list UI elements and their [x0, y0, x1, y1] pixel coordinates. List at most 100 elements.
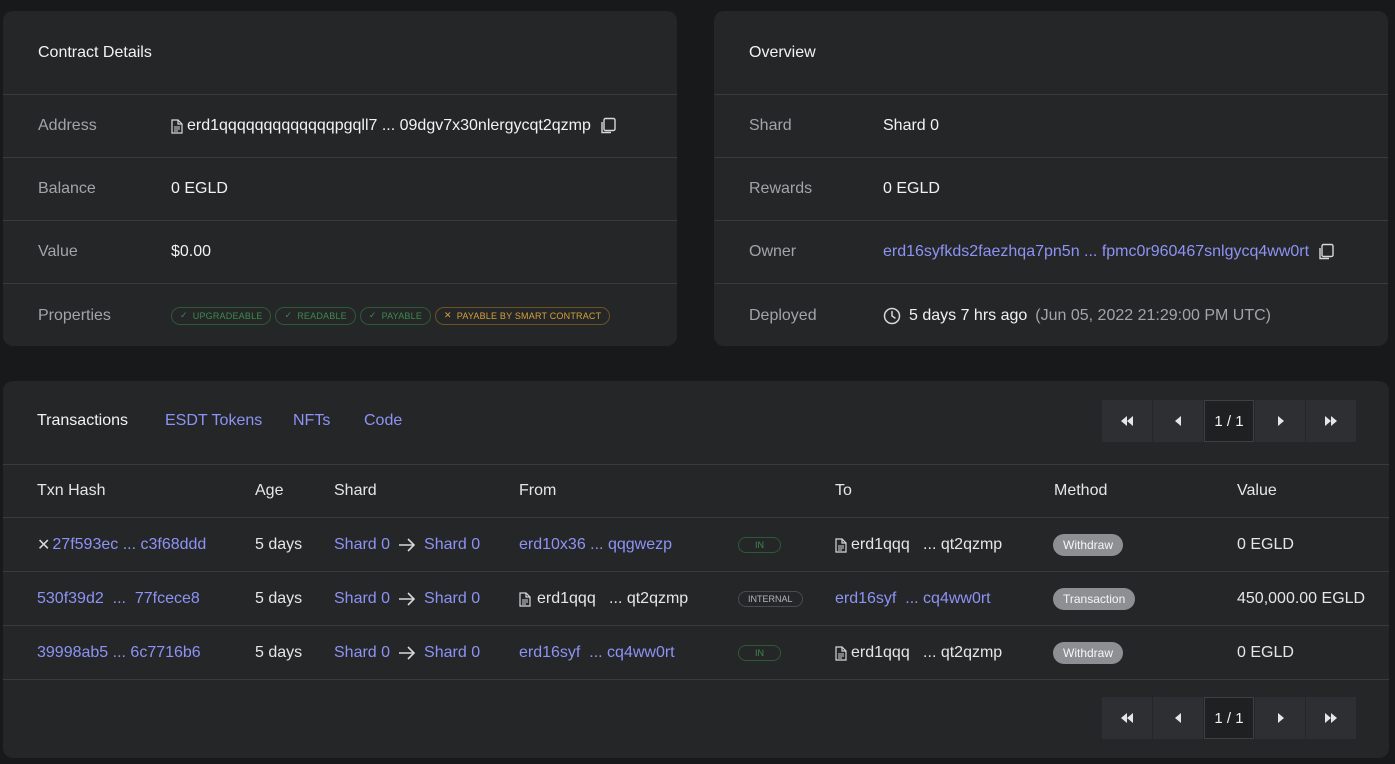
method-cell: Withdraw — [1053, 626, 1124, 680]
from-link[interactable]: erd10x36 ... qqgwezp — [519, 518, 672, 572]
direction-cell: IN — [738, 626, 781, 680]
value-cell: 450,000.00 EGLD — [1237, 590, 1366, 607]
age-cell: 5 days — [255, 644, 303, 661]
contract-details-title: Contract Details — [3, 11, 677, 95]
pagination-bottom: 1 / 1 — [1102, 697, 1357, 739]
contract-file-icon — [519, 591, 531, 607]
arrow-right-icon — [398, 592, 416, 606]
prev-page-icon[interactable] — [1153, 400, 1203, 442]
contract-file-icon — [835, 537, 847, 553]
address-row: Address erd1qqqqqqqqqqqqqpgqll7 ... 09dg… — [3, 95, 677, 158]
first-page-icon[interactable] — [1102, 400, 1152, 442]
txn-hash-cell: 530f39d2 ... 77fcece8 — [37, 572, 200, 626]
address-label: Address — [38, 117, 97, 134]
col-to: To — [835, 482, 852, 499]
from-address[interactable]: erd1qqq ... qt2qzmp — [537, 590, 688, 608]
deployed-row: Deployed 5 days 7 hrs ago (Jun 05, 2022 … — [714, 284, 1388, 347]
balance-row: Balance 0 EGLD — [3, 158, 677, 221]
arrow-right-icon — [398, 646, 416, 660]
property-badge-readable: ✓ READABLE — [275, 306, 356, 325]
shard-from-link[interactable]: Shard 0 — [334, 536, 390, 554]
check-icon: ✓ — [368, 310, 377, 320]
age-cell: 5 days — [255, 590, 303, 607]
value-cell: 0 EGLD — [1237, 536, 1294, 553]
owner-value: erd16syfkds2faezhqa7pn5n ... fpmc0r96046… — [883, 243, 1335, 261]
deployed-age: 5 days 7 hrs ago — [909, 306, 1028, 324]
direction-badge: IN — [738, 537, 781, 553]
table-row: 39998ab5 ... 6c7716b6 5 days Shard 0 Sha… — [3, 626, 1389, 680]
direction-cell: IN — [738, 518, 781, 572]
shard-cell: Shard 0 Shard 0 — [334, 572, 480, 626]
from-cell: erd1qqq ... qt2qzmp — [519, 572, 688, 626]
from-link[interactable]: erd16syf ... cq4ww0rt — [519, 626, 675, 680]
table-header: Txn Hash Age Shard From To Method Value — [3, 465, 1389, 518]
col-from: From — [519, 482, 557, 499]
shard-to-link[interactable]: Shard 0 — [424, 590, 480, 608]
property-badge-upgradeable: ✓ UPGRADEABLE — [171, 306, 272, 325]
overview-title: Overview — [714, 11, 1388, 95]
age-cell: 5 days — [255, 536, 303, 553]
shard-cell: Shard 0 Shard 0 — [334, 518, 480, 572]
method-cell: Withdraw — [1053, 518, 1124, 572]
shard-to-link[interactable]: Shard 0 — [424, 536, 480, 554]
last-page-icon[interactable] — [1306, 697, 1356, 739]
direction-badge: IN — [738, 645, 781, 661]
property-badge-payable-by-sc: ✕ PAYABLE BY SMART CONTRACT — [435, 306, 611, 325]
table-row: 530f39d2 ... 77fcece8 5 days Shard 0 Sha… — [3, 572, 1389, 626]
txn-hash-link[interactable]: 530f39d2 ... 77fcece8 — [37, 590, 200, 608]
next-page-icon[interactable] — [1255, 400, 1305, 442]
pagination-top: 1 / 1 — [1102, 400, 1357, 442]
tab-bar: Transactions ESDT Tokens NFTs Code 1 / 1 — [3, 381, 1389, 465]
owner-link[interactable]: erd16syfkds2faezhqa7pn5n ... fpmc0r96046… — [883, 243, 1309, 261]
deployed-value: 5 days 7 hrs ago (Jun 05, 2022 21:29:00 … — [883, 307, 1271, 325]
txn-hash-link[interactable]: 27f593ec ... c3f68ddd — [52, 536, 206, 554]
clock-icon — [883, 307, 901, 325]
contract-file-icon — [835, 645, 847, 661]
to-address[interactable]: erd1qqq ... qt2qzmp — [851, 536, 1002, 554]
value-cell: 0 EGLD — [1237, 644, 1294, 661]
properties-row: Properties ✓ UPGRADEABLE ✓ READABLE ✓ PAYAB… — [3, 284, 677, 347]
address-value: erd1qqqqqqqqqqqqqpgqll7 ... 09dgv7x30nle… — [171, 117, 617, 135]
col-shard: Shard — [334, 482, 377, 499]
overview-card: Overview Shard Shard 0 Rewards 0 EGLD Ow… — [714, 11, 1388, 346]
shard-from-link[interactable]: Shard 0 — [334, 644, 390, 662]
tab-esdt-tokens[interactable]: ESDT Tokens — [165, 412, 262, 430]
tab-nfts[interactable]: NFTs — [293, 412, 330, 430]
shard-row: Shard Shard 0 — [714, 95, 1388, 158]
shard-label: Shard — [749, 117, 792, 134]
last-page-icon[interactable] — [1306, 400, 1356, 442]
copy-icon[interactable] — [599, 117, 617, 135]
shard-cell: Shard 0 Shard 0 — [334, 626, 480, 680]
prev-page-icon[interactable] — [1153, 697, 1203, 739]
col-method: Method — [1054, 482, 1108, 499]
tab-transactions[interactable]: Transactions — [37, 412, 128, 430]
method-badge: Withdraw — [1053, 642, 1124, 664]
address-text[interactable]: erd1qqqqqqqqqqqqqpgqll7 ... 09dgv7x30nle… — [187, 117, 591, 135]
cross-icon: ✕ — [444, 310, 452, 320]
transactions-card: Transactions ESDT Tokens NFTs Code 1 / 1… — [3, 381, 1389, 758]
first-page-icon[interactable] — [1102, 697, 1152, 739]
rewards-label: Rewards — [749, 180, 813, 197]
method-badge: Withdraw — [1053, 534, 1124, 556]
shard-from-link[interactable]: Shard 0 — [334, 590, 390, 608]
copy-icon[interactable] — [1317, 243, 1335, 261]
arrow-right-icon — [398, 538, 416, 552]
direction-badge: INTERNAL — [738, 591, 803, 607]
to-cell: erd1qqq ... qt2qzmp — [835, 518, 1002, 572]
rewards-row: Rewards 0 EGLD — [714, 158, 1388, 221]
table-row: ✕ 27f593ec ... c3f68ddd 5 days Shard 0 S… — [3, 518, 1389, 572]
direction-cell: INTERNAL — [738, 572, 803, 626]
tab-code[interactable]: Code — [364, 412, 402, 430]
contract-file-icon — [171, 118, 183, 134]
check-icon: ✓ — [180, 310, 188, 320]
rewards-value: 0 EGLD — [883, 180, 940, 197]
shard-link[interactable]: Shard 0 — [883, 117, 939, 135]
to-address[interactable]: erd1qqq ... qt2qzmp — [851, 644, 1002, 662]
txn-hash-cell: 39998ab5 ... 6c7716b6 — [37, 626, 201, 680]
txn-hash-link[interactable]: 39998ab5 ... 6c7716b6 — [37, 644, 201, 662]
value-amount: $0.00 — [171, 243, 212, 260]
contract-details-card: Contract Details Address erd1qqqqqqqqqqq… — [3, 11, 677, 346]
next-page-icon[interactable] — [1255, 697, 1305, 739]
to-link[interactable]: erd16syf ... cq4ww0rt — [835, 572, 991, 626]
shard-to-link[interactable]: Shard 0 — [424, 644, 480, 662]
